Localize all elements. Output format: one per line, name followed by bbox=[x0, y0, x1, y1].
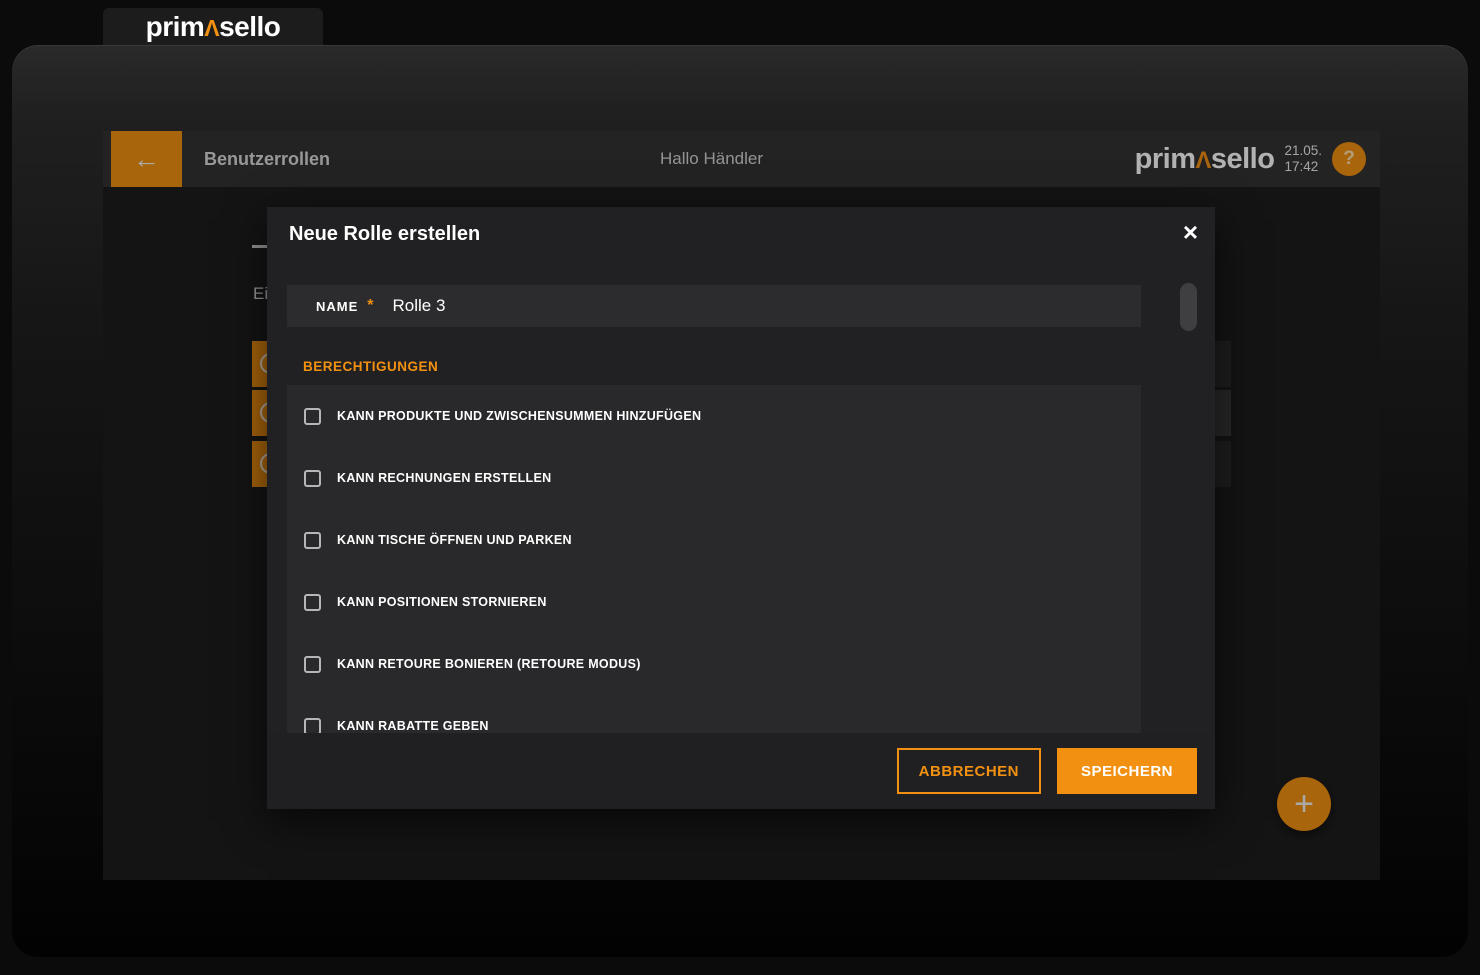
primasello-logo: primΛsello bbox=[145, 10, 281, 42]
permissions-heading: BERECHTIGUNGEN bbox=[303, 359, 439, 374]
permission-row[interactable]: KANN POSITIONEN STORNIEREN bbox=[287, 571, 1141, 633]
permission-row[interactable]: KANN PRODUKTE UND ZWISCHENSUMMEN HINZUFÜ… bbox=[287, 385, 1141, 447]
permission-checkbox[interactable] bbox=[304, 469, 321, 487]
permission-label: KANN RECHNUNGEN ERSTELLEN bbox=[337, 471, 552, 485]
permission-label: KANN RETOURE BONIEREN (RETOURE MODUS) bbox=[337, 657, 641, 671]
permissions-list: KANN PRODUKTE UND ZWISCHENSUMMEN HINZUFÜ… bbox=[287, 385, 1141, 733]
name-field-row[interactable]: NAME * bbox=[287, 285, 1141, 327]
dialog-footer: ABBRECHEN SPEICHERN bbox=[267, 733, 1215, 809]
permission-row[interactable]: KANN TISCHE ÖFFNEN UND PARKEN bbox=[287, 509, 1141, 571]
permission-label: KANN PRODUKTE UND ZWISCHENSUMMEN HINZUFÜ… bbox=[337, 409, 702, 423]
dialog-title: Neue Rolle erstellen bbox=[289, 223, 481, 245]
role-name-input[interactable] bbox=[392, 296, 993, 316]
cancel-button[interactable]: ABBRECHEN bbox=[896, 748, 1041, 794]
logo-caret-icon: Λ bbox=[204, 14, 220, 41]
screen: primΛsello ← Benutzerrollen Hallo Händle… bbox=[0, 0, 1480, 975]
close-button[interactable]: × bbox=[1183, 219, 1198, 245]
permission-label: KANN TISCHE ÖFFNEN UND PARKEN bbox=[337, 533, 572, 547]
save-button[interactable]: SPEICHERN bbox=[1057, 748, 1197, 794]
permission-checkbox[interactable] bbox=[304, 655, 321, 673]
permission-checkbox[interactable] bbox=[304, 593, 321, 611]
modal-scrollbar-thumb[interactable] bbox=[1180, 283, 1197, 331]
permission-row[interactable]: KANN RETOURE BONIEREN (RETOURE MODUS) bbox=[287, 633, 1141, 695]
permission-checkbox[interactable] bbox=[304, 407, 321, 425]
permission-row[interactable]: KANN RABATTE GEBEN bbox=[287, 695, 1141, 733]
close-icon: × bbox=[1182, 217, 1198, 247]
name-field-label: NAME bbox=[316, 298, 359, 314]
logo-tab[interactable]: primΛsello bbox=[103, 8, 323, 45]
permission-label: KANN RABATTE GEBEN bbox=[337, 719, 489, 733]
create-role-dialog: Neue Rolle erstellen × NAME * BERECHTIGU… bbox=[267, 207, 1215, 809]
permission-label: KANN POSITIONEN STORNIEREN bbox=[337, 595, 547, 609]
required-asterisk: * bbox=[367, 297, 374, 314]
permission-checkbox[interactable] bbox=[304, 717, 321, 733]
permission-checkbox[interactable] bbox=[304, 531, 321, 549]
permission-row[interactable]: KANN RECHNUNGEN ERSTELLEN bbox=[287, 447, 1141, 509]
